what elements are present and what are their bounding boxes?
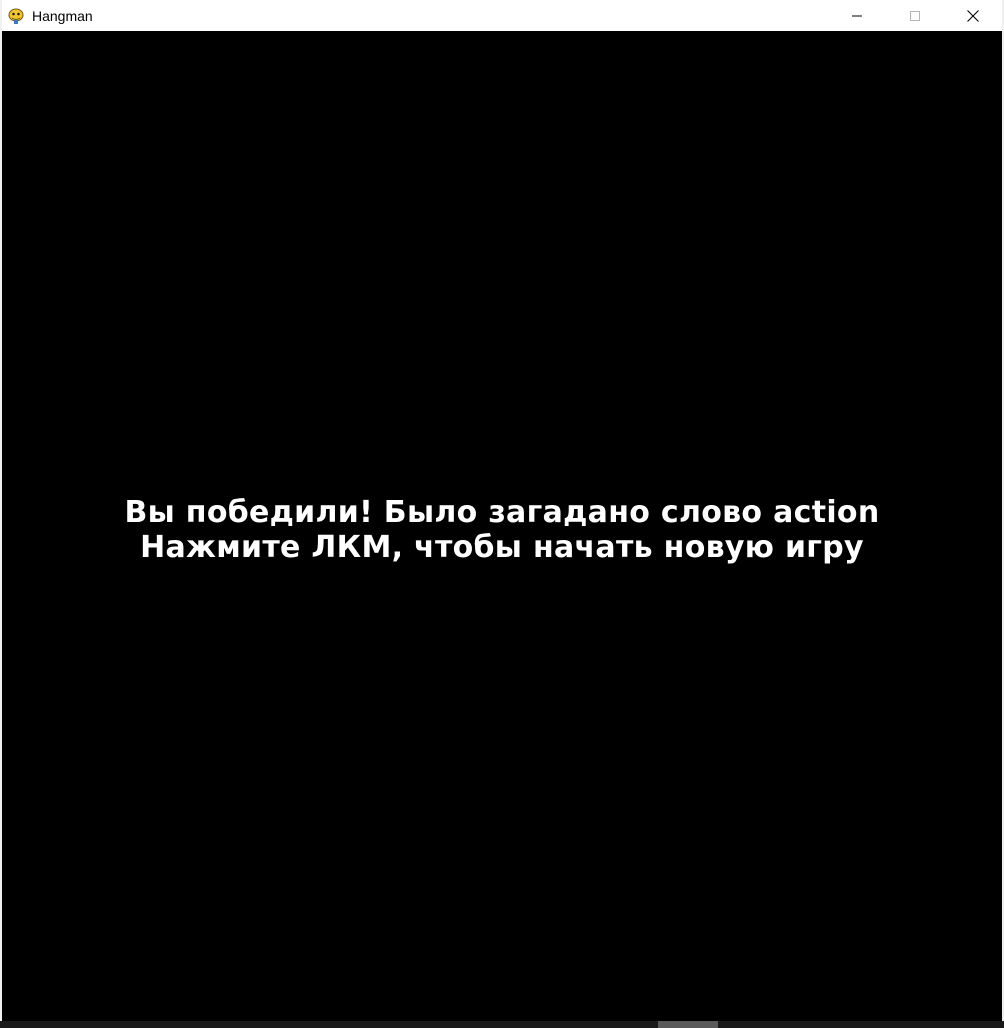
taskbar-active-item[interactable] bbox=[658, 1021, 718, 1028]
restart-hint: Нажмите ЛКМ, чтобы начать новую игру bbox=[140, 530, 864, 565]
maximize-button[interactable] bbox=[886, 0, 944, 31]
window-title: Hangman bbox=[32, 7, 93, 24]
maximize-icon bbox=[910, 10, 920, 21]
window-controls bbox=[828, 0, 1002, 31]
close-button[interactable] bbox=[944, 0, 1002, 31]
close-icon bbox=[967, 9, 979, 22]
game-canvas[interactable]: Вы победили! Было загадано слово action … bbox=[2, 31, 1002, 1021]
pygame-icon bbox=[7, 7, 25, 25]
title-bar[interactable]: Hangman bbox=[2, 0, 1002, 31]
app-window: Hangman Вы победили! Было загадано слово… bbox=[0, 0, 1004, 1028]
minimize-button[interactable] bbox=[828, 0, 886, 31]
minimize-icon bbox=[852, 15, 862, 16]
win-message: Вы победили! Было загадано слово action bbox=[124, 495, 880, 530]
taskbar-edge bbox=[0, 1021, 1004, 1028]
